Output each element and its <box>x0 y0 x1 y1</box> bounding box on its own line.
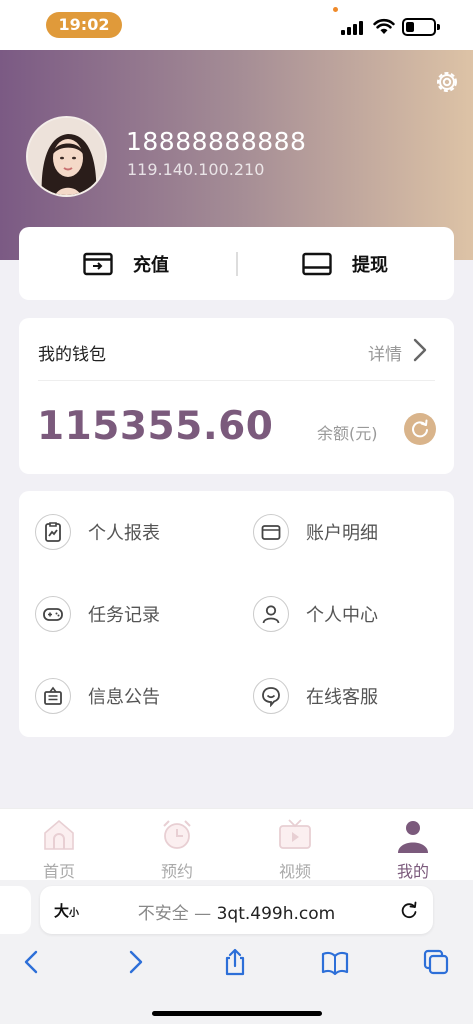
refresh-icon <box>412 419 428 438</box>
forward-icon[interactable] <box>120 947 150 977</box>
menu-item-personal-center[interactable]: 个人中心 <box>253 594 378 634</box>
url-text: 3qt.499h.com <box>216 904 336 924</box>
menu-label: 个人报表 <box>88 523 160 544</box>
alarm-clock-icon <box>163 820 191 849</box>
menu-label: 任务记录 <box>88 605 160 626</box>
withdraw-button[interactable]: 提现 <box>302 227 388 300</box>
refresh-balance-button[interactable] <box>404 413 436 445</box>
tab-video[interactable]: 视频 <box>236 809 354 881</box>
status-time: 19:02 <box>46 12 122 38</box>
wallet-icon <box>253 514 289 550</box>
wifi-icon <box>373 18 395 34</box>
withdraw-card-icon <box>302 252 332 275</box>
actions-divider <box>236 252 238 276</box>
notice-board-icon <box>35 678 71 714</box>
menu-item-task-record[interactable]: 任务记录 <box>35 594 160 634</box>
avatar-portrait-icon <box>28 118 105 195</box>
menu-label: 信息公告 <box>88 687 160 708</box>
wallet-card: 我的钱包 详情 115355.60 余额(元) <box>19 318 454 474</box>
status-bar: 19:02 <box>0 0 473 50</box>
reload-icon[interactable] <box>399 900 419 920</box>
menu-card: 个人报表 账户明细 任务记录 个人中心 信息公告 在线客服 <box>19 491 454 737</box>
user-ip: 119.140.100.210 <box>127 160 265 179</box>
recharge-button[interactable]: 充值 <box>83 227 169 300</box>
cellular-signal-icon <box>341 21 363 35</box>
menu-item-online-service[interactable]: 在线客服 <box>253 676 378 716</box>
share-icon[interactable] <box>220 947 250 977</box>
back-icon[interactable] <box>17 947 47 977</box>
tab-label: 预约 <box>160 862 193 881</box>
menu-label: 在线客服 <box>306 687 378 708</box>
battery-icon <box>402 18 440 36</box>
gamepad-icon <box>35 596 71 632</box>
tab-reserve[interactable]: 预约 <box>118 809 236 881</box>
tab-label: 视频 <box>278 862 311 881</box>
wallet-balance: 115355.60 <box>37 404 274 449</box>
security-label: 不安全 — <box>137 904 212 924</box>
chevron-right-icon[interactable] <box>412 337 428 363</box>
tab-home[interactable]: 首页 <box>0 809 118 881</box>
tab-label: 我的 <box>396 862 429 881</box>
menu-label: 个人中心 <box>306 605 378 626</box>
bookmarks-icon[interactable] <box>320 947 350 977</box>
wallet-actions-card: 充值 提现 <box>19 227 454 300</box>
tv-icon <box>279 819 311 849</box>
user-icon <box>253 596 289 632</box>
wallet-divider <box>38 380 435 381</box>
bottom-tab-bar: 首页 预约 视频 我的 <box>0 808 473 881</box>
wallet-detail-link[interactable]: 详情 <box>368 340 402 365</box>
tabs-icon[interactable] <box>421 947 451 977</box>
recording-indicator <box>333 7 338 12</box>
browser-toolbar: 大小 不安全 — 3qt.499h.com <box>0 880 473 1024</box>
tab-mine[interactable]: 我的 <box>354 809 472 881</box>
tab-label: 首页 <box>42 862 75 881</box>
home-icon <box>44 819 74 850</box>
menu-label: 账户明细 <box>306 523 378 544</box>
report-chart-icon <box>35 514 71 550</box>
previous-tab-peek[interactable] <box>0 886 31 934</box>
avatar[interactable] <box>26 116 107 197</box>
menu-item-personal-report[interactable]: 个人报表 <box>35 512 160 552</box>
home-indicator <box>152 1011 322 1016</box>
recharge-card-icon <box>83 252 113 275</box>
url-display: 不安全 — 3qt.499h.com <box>40 899 433 924</box>
chat-support-icon <box>253 678 289 714</box>
wallet-title: 我的钱包 <box>38 345 106 365</box>
menu-item-info-notice[interactable]: 信息公告 <box>35 676 160 716</box>
user-phone: 18888888888 <box>126 127 307 156</box>
withdraw-label: 提现 <box>352 254 388 276</box>
balance-label: 余额(元) <box>317 424 378 443</box>
address-bar[interactable]: 大小 不安全 — 3qt.499h.com <box>40 886 433 934</box>
menu-item-account-detail[interactable]: 账户明细 <box>253 512 378 552</box>
settings-gear-icon[interactable] <box>433 68 461 96</box>
user-profile-icon <box>398 821 428 853</box>
recharge-label: 充值 <box>133 254 169 276</box>
